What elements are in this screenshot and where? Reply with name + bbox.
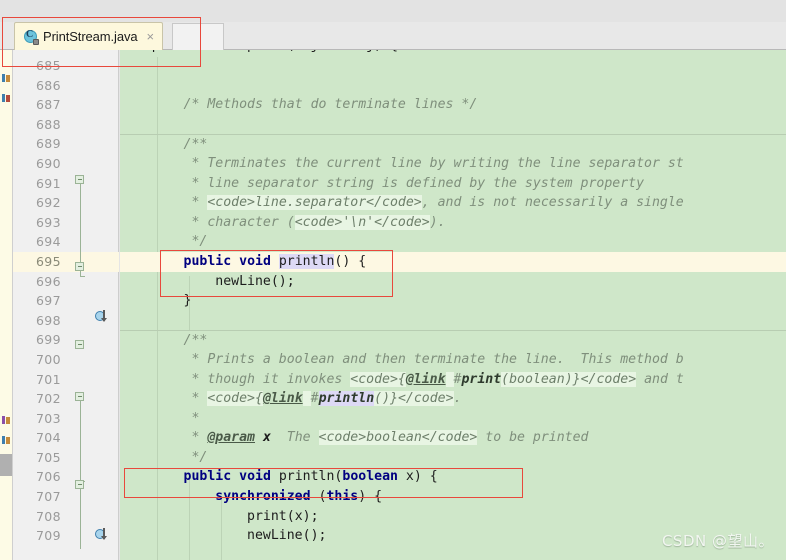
- line-number-column: 685 686 687 688 689 690 691 692 693 694 695 696 697 6…: [13, 56, 119, 546]
- line-number: 694: [35, 234, 61, 250]
- line-number: 696: [35, 273, 61, 289]
- csdn-watermark: CSDN @望山。: [661, 532, 774, 550]
- code-line[interactable]: * <code>line.separator</code>, and is no…: [120, 193, 786, 213]
- code-line[interactable]: /**: [120, 330, 786, 350]
- line-number: 685: [35, 58, 61, 73]
- editor-tab-label: PrintStream.java: [43, 29, 138, 44]
- code-line[interactable]: public void println() {: [120, 251, 786, 272]
- code-line[interactable]: */: [120, 448, 786, 468]
- code-fold-marker[interactable]: [75, 175, 84, 184]
- code-line[interactable]: *: [120, 409, 786, 429]
- code-line[interactable]: * character (<code>'\n'</code>).: [120, 213, 786, 233]
- code-fold-marker[interactable]: [75, 262, 84, 271]
- line-number: 706: [35, 469, 61, 485]
- code-line[interactable]: public void println(boolean x) {: [120, 467, 786, 487]
- fold-region-arm: [79, 489, 81, 549]
- line-number: 704: [35, 430, 61, 446]
- code-line[interactable]: */: [120, 232, 786, 252]
- code-fold-marker[interactable]: [75, 392, 84, 401]
- override-method-icon[interactable]: [95, 528, 108, 541]
- code-line[interactable]: newLine();: [120, 272, 786, 292]
- editor-tab-printstream[interactable]: C PrintStream.java ×: [14, 22, 164, 50]
- editor-tab-bar: C PrintStream.java ×: [0, 22, 786, 50]
- fold-region-arm: [79, 401, 81, 481]
- ide-window: C PrintStream.java × 685 686 687 688 689…: [0, 0, 786, 560]
- code-line[interactable]: * though it invokes <code>{@link #print(…: [120, 370, 786, 390]
- line-number: 703: [35, 410, 61, 426]
- code-line[interactable]: [120, 56, 786, 76]
- code-line[interactable]: }: [120, 291, 786, 311]
- panel-marker: [1, 94, 11, 103]
- code-fold-marker[interactable]: [75, 340, 84, 349]
- panel-scrollbar-thumb[interactable]: [0, 454, 12, 476]
- clipped-code-text: public void print(Object obj) {: [120, 50, 398, 53]
- line-number: 700: [35, 351, 61, 367]
- panel-marker: [1, 436, 11, 445]
- line-number: 689: [35, 136, 61, 152]
- close-icon[interactable]: ×: [147, 30, 155, 43]
- code-line[interactable]: * Terminates the current line by writing…: [120, 154, 786, 174]
- code-line[interactable]: synchronized (this) {: [120, 487, 786, 507]
- code-editor[interactable]: /* Methods that do terminate lines */ /*…: [120, 50, 786, 560]
- line-number: 693: [35, 214, 61, 230]
- code-line[interactable]: * @param x The <code>boolean</code> to b…: [120, 428, 786, 448]
- fold-region-foot: [79, 276, 85, 277]
- toolbar-strip: [0, 0, 786, 22]
- clipped-code-line: public void print(Object obj) {: [120, 50, 786, 57]
- code-line[interactable]: [120, 115, 786, 135]
- code-line[interactable]: * line separator string is defined by th…: [120, 174, 786, 194]
- java-class-icon: C: [24, 29, 39, 45]
- line-number: 688: [35, 116, 61, 132]
- line-number: 708: [35, 508, 61, 524]
- code-line[interactable]: [120, 76, 786, 96]
- editor-gutter[interactable]: 685 686 687 688 689 690 691 692 693 694 695 696 697 6…: [13, 50, 154, 560]
- line-number: 686: [35, 77, 61, 93]
- line-number: 701: [35, 371, 61, 387]
- project-panel-edge[interactable]: [0, 50, 13, 560]
- line-number: 705: [35, 449, 61, 465]
- panel-marker: [1, 416, 11, 425]
- code-fold-marker[interactable]: [75, 480, 84, 489]
- code-line[interactable]: * Prints a boolean and then terminate th…: [120, 350, 786, 370]
- line-number: 699: [35, 332, 61, 348]
- line-number: 707: [35, 489, 61, 505]
- line-number: 702: [35, 391, 61, 407]
- code-line[interactable]: print(x);: [120, 507, 786, 527]
- line-number: 692: [35, 195, 61, 211]
- code-content: /* Methods that do terminate lines */ /*…: [120, 56, 786, 546]
- code-line[interactable]: * <code>{@link #println()}</code>.: [120, 389, 786, 409]
- line-number: 690: [35, 155, 61, 171]
- panel-marker: [1, 74, 11, 83]
- line-number: 691: [35, 175, 61, 191]
- line-number: 687: [35, 97, 61, 113]
- code-line[interactable]: /**: [120, 134, 786, 154]
- line-number: 697: [35, 293, 61, 309]
- line-number: 695: [13, 251, 119, 272]
- editor-tab-empty-slot: [172, 23, 224, 50]
- code-line[interactable]: /* Methods that do terminate lines */: [120, 95, 786, 115]
- override-method-icon[interactable]: [95, 310, 108, 323]
- code-line[interactable]: [120, 311, 786, 331]
